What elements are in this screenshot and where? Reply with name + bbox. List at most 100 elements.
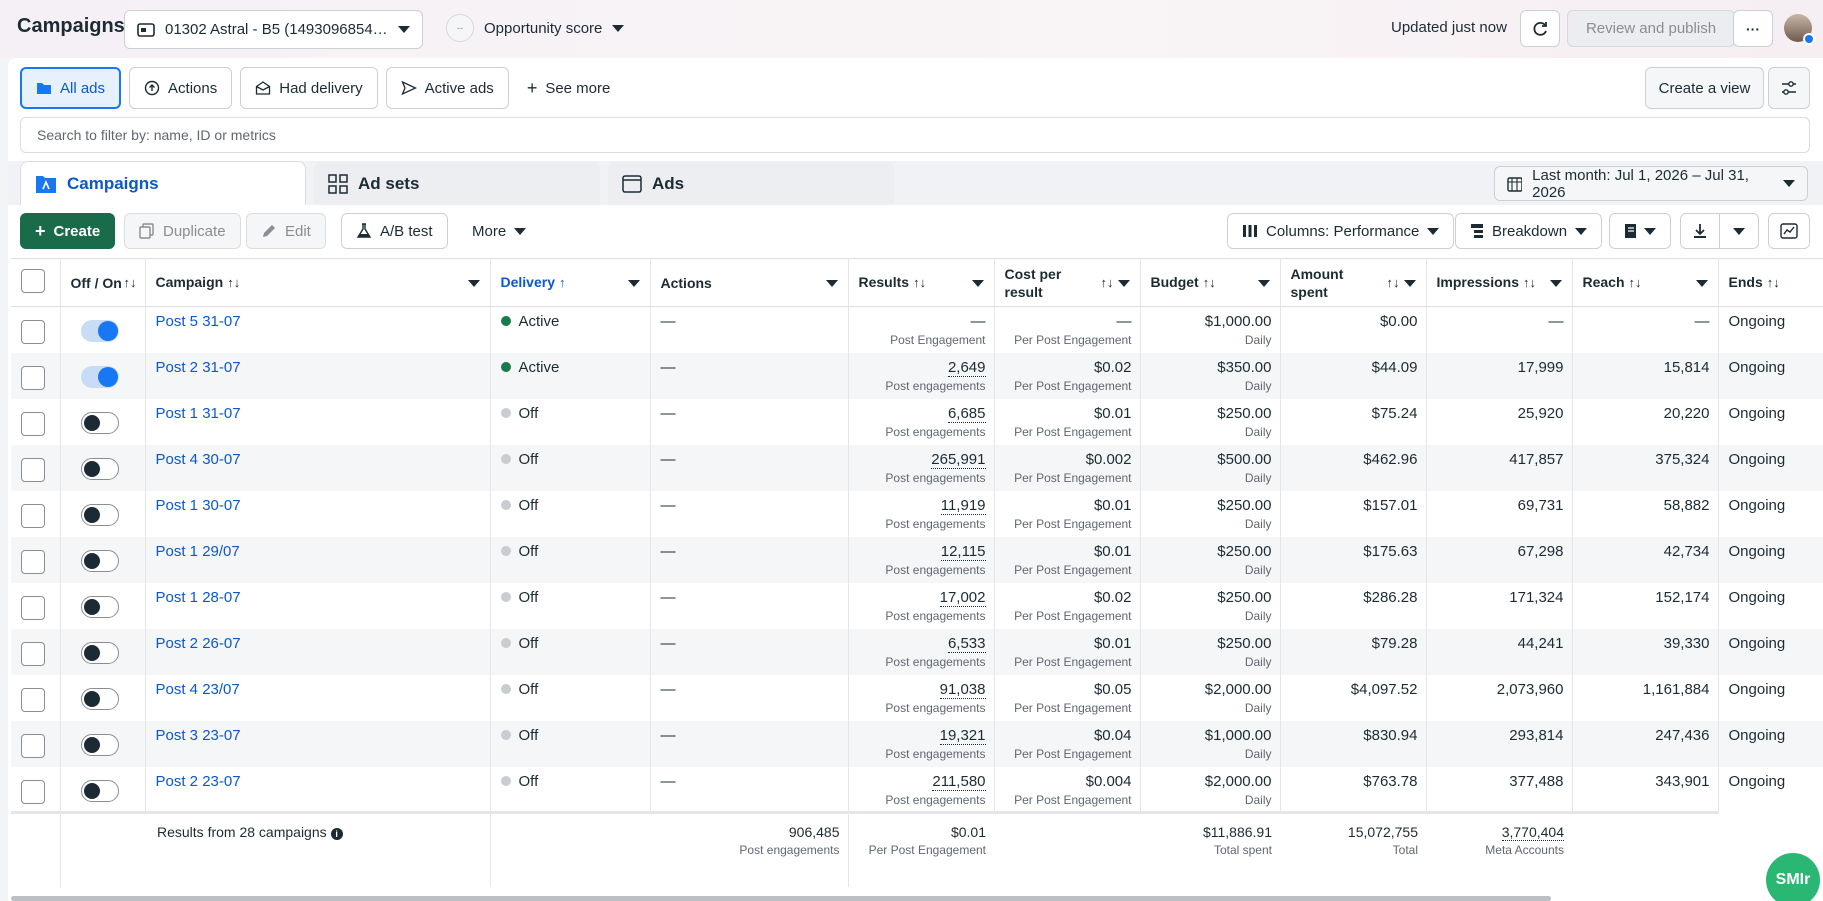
row-checkbox[interactable] [21,641,45,666]
campaign-name-link[interactable]: Post 2 23-07 [156,773,241,790]
date-range-picker[interactable]: Last month: Jul 1, 2026 – Jul 31, 2026 [1494,166,1808,201]
table-row[interactable]: Post 1 29/07 Off —12,115 Post engagements $0… [11,536,1823,583]
charts-button[interactable] [1768,213,1810,249]
horizontal-scrollbar[interactable] [11,896,1551,901]
table-row[interactable]: Post 1 31-07 Off —6,685 Post engagements $0.… [11,398,1823,445]
campaign-name-link[interactable]: Post 1 29/07 [156,543,240,560]
results-value[interactable]: 265,991 [931,450,986,469]
header-amount-spent[interactable]: Amount spent ↑↓ [1280,258,1427,307]
campaign-toggle[interactable] [80,595,119,618]
row-checkbox[interactable] [21,365,45,390]
info-icon[interactable]: i [330,828,343,840]
review-and-publish-button[interactable]: Review and publish [1567,10,1735,47]
chevron-down-icon[interactable] [1403,280,1416,287]
ab-test-button[interactable]: A/B test [341,213,448,249]
refresh-button[interactable] [1520,10,1560,47]
results-value[interactable]: 211,580 [932,772,986,791]
results-value[interactable]: 19,321 [939,726,986,745]
tab-ads[interactable]: Ads [608,161,894,206]
campaign-toggle[interactable] [80,549,119,572]
budget-cell[interactable]: $250.00 Daily [1140,582,1281,629]
campaign-toggle[interactable] [80,687,119,710]
results-value[interactable]: 2,649 [947,358,986,377]
results-value[interactable]: 91,038 [939,680,986,699]
tab-campaigns[interactable]: Campaigns [20,161,306,206]
header-cost-per-result[interactable]: Cost per result ↑↓ [994,258,1141,307]
settings-sliders-button[interactable] [1768,67,1810,109]
budget-cell[interactable]: $500.00 Daily [1140,444,1281,491]
campaign-name-link[interactable]: Post 1 28-07 [156,589,241,606]
campaign-toggle[interactable] [80,411,119,434]
budget-cell[interactable]: $250.00 Daily [1140,490,1281,537]
select-all-checkbox[interactable] [21,268,45,293]
chevron-down-icon[interactable] [467,280,480,287]
row-checkbox[interactable] [21,733,45,758]
table-row[interactable]: Post 2 31-07 Active — 2,649 Post engagements… [11,352,1823,399]
tab-ad-sets[interactable]: Ad sets [314,161,600,206]
header-campaign[interactable]: Campaign ↑↓ [145,258,491,307]
campaign-toggle[interactable] [80,641,119,664]
results-value[interactable]: 11,919 [940,496,986,515]
results-value[interactable]: 17,002 [939,588,986,607]
campaign-name-link[interactable]: Post 2 31-07 [156,359,241,376]
header-ends[interactable]: Ends ↑↓ [1718,258,1823,307]
table-row[interactable]: Post 3 23-07 Off —19,321 Post engagements $0… [11,720,1823,767]
row-checkbox[interactable] [21,503,45,528]
campaign-name-link[interactable]: Post 5 31-07 [156,313,241,330]
budget-cell[interactable]: $250.00 Daily [1140,398,1281,445]
campaign-toggle[interactable] [80,365,119,388]
results-value[interactable]: 12,115 [940,542,986,561]
summary-reach-value[interactable]: 3,770,404 [1501,824,1564,841]
view-all-ads[interactable]: All ads [20,67,122,109]
results-value[interactable]: 6,685 [947,404,986,423]
header-impressions[interactable]: Impressions ↑↓ [1426,258,1573,307]
more-button[interactable]: More [458,213,540,249]
export-button[interactable] [1680,213,1720,249]
view-active-ads[interactable]: Active ads [385,67,509,109]
campaign-name-link[interactable]: Post 2 26-07 [156,635,241,652]
edit-button[interactable]: Edit [246,213,326,249]
breakdown-button[interactable]: Breakdown [1455,213,1603,249]
opportunity-score[interactable]: -- Opportunity score [446,14,625,42]
table-row[interactable]: Post 1 28-07 Off —17,002 Post engagements $0… [11,582,1823,629]
chevron-down-icon[interactable] [627,280,640,287]
see-more-button[interactable]: + See more [517,67,621,109]
row-checkbox[interactable] [21,411,45,436]
chevron-down-icon[interactable] [1257,280,1270,287]
campaign-toggle[interactable] [80,503,119,526]
chevron-down-icon[interactable] [971,280,984,287]
results-value[interactable]: 6,533 [947,634,986,653]
search-input[interactable]: Search to filter by: name, ID or metrics [20,117,1810,153]
chevron-down-icon[interactable] [1695,280,1708,287]
budget-cell[interactable]: $350.00 Daily [1140,352,1281,399]
header-delivery[interactable]: Delivery ↑ [490,258,651,307]
budget-cell[interactable]: $1,000.00 Daily [1140,306,1281,353]
row-checkbox[interactable] [21,687,45,712]
campaign-name-link[interactable]: Post 1 31-07 [156,405,241,422]
select-all-header[interactable] [11,258,61,307]
campaign-name-link[interactable]: Post 4 30-07 [156,451,241,468]
table-row[interactable]: Post 4 23/07 Off —91,038 Post engagements $0… [11,674,1823,721]
create-view-button[interactable]: Create a view [1645,67,1764,109]
export-menu-button[interactable] [1719,213,1759,249]
table-row[interactable]: Post 1 30-07 Off —11,919 Post engagements $0… [11,490,1823,537]
row-checkbox[interactable] [21,779,45,804]
view-actions[interactable]: Actions [129,67,233,109]
campaign-toggle[interactable] [80,320,119,342]
header-actions[interactable]: Actions [650,258,849,307]
row-checkbox[interactable] [21,595,45,620]
campaign-toggle[interactable] [80,779,119,802]
row-checkbox[interactable] [21,320,45,344]
table-row[interactable]: Post 5 31-07 Active — — Post Engagement — Per … [11,306,1823,353]
avatar[interactable] [1784,14,1815,45]
table-row[interactable]: Post 4 30-07 Off —265,991 Post engagements $… [11,444,1823,491]
budget-cell[interactable]: $250.00 Daily [1140,536,1281,583]
view-had-delivery[interactable]: Had delivery [240,67,378,109]
header-off-on[interactable]: Off / On ↑↓ [60,258,146,307]
campaign-name-link[interactable]: Post 3 23-07 [156,727,241,744]
account-selector[interactable]: 01302 Astral - B5 (1493096854… [124,10,423,49]
row-checkbox[interactable] [21,549,45,574]
budget-cell[interactable]: $1,000.00 Daily [1140,720,1281,767]
campaign-toggle[interactable] [80,733,119,756]
table-row[interactable]: Post 2 23-07 Off —211,580 Post engagements $… [11,766,1823,813]
